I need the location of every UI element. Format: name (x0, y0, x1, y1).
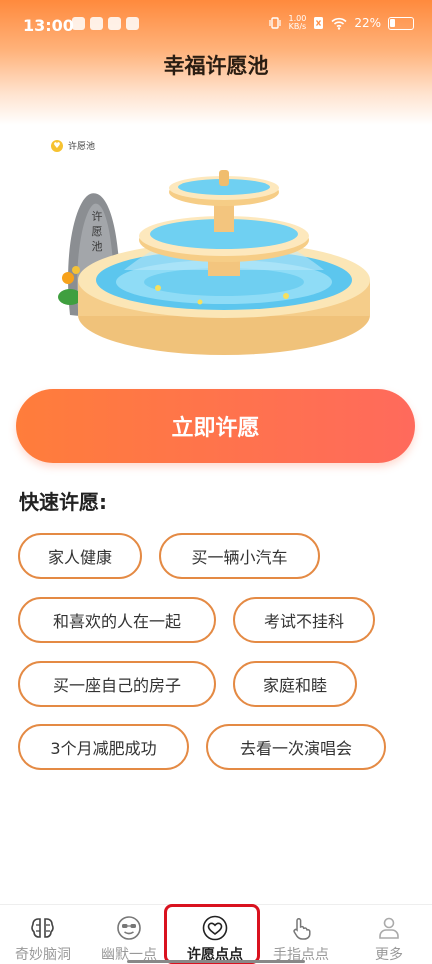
battery-icon (388, 16, 414, 30)
app-notification-icon (90, 17, 103, 30)
stone-char: 许 (92, 210, 103, 223)
home-indicator (127, 960, 305, 963)
quick-wish-chip[interactable]: 买一座自己的房子 (18, 661, 216, 707)
make-wish-button[interactable]: 立即许愿 (16, 389, 415, 463)
bottom-tab-bar: 奇妙脑洞 幽默一点 许愿点点 手指点点 更多 (0, 904, 432, 964)
notification-icons (72, 17, 139, 30)
tab-label: 更多 (375, 947, 403, 963)
tab-more[interactable]: 更多 (346, 905, 432, 964)
person-icon (376, 915, 402, 941)
battery-percent: 22% (354, 16, 381, 30)
wifi-icon (331, 17, 347, 30)
quick-wish-chip[interactable]: 家庭和睦 (233, 661, 357, 707)
wishing-fountain-illustration: 许 愿 池 (58, 170, 370, 355)
tiktok-icon (108, 17, 121, 30)
quick-wish-chip[interactable]: 3个月减肥成功 (18, 724, 189, 770)
brain-icon (30, 915, 56, 941)
heart-icon (202, 915, 228, 941)
status-right: 1.00 KB/s 22% (268, 15, 414, 31)
stone-char: 池 (92, 240, 103, 253)
stone-char: 愿 (92, 225, 103, 238)
quick-wish-chip[interactable]: 和喜欢的人在一起 (18, 597, 216, 643)
status-bar: 13:00 1.00 KB/s 22% (0, 0, 432, 52)
network-speed-unit: KB/s (288, 22, 307, 31)
finger-icon (288, 915, 314, 941)
status-time: 13:00 (23, 16, 74, 35)
sim-icon (314, 17, 324, 29)
app-notification-icon (72, 17, 85, 30)
page-title: 幸福许愿池 (163, 54, 269, 78)
flower (62, 272, 74, 284)
tab-brain[interactable]: 奇妙脑洞 (0, 905, 86, 964)
tab-label: 奇妙脑洞 (15, 947, 71, 963)
tab-wish[interactable]: 许愿点点 (172, 905, 258, 964)
tab-finger[interactable]: 手指点点 (258, 905, 344, 964)
quick-wish-chip[interactable]: 去看一次演唱会 (206, 724, 386, 770)
smile-glasses-icon (116, 915, 142, 941)
app-notification-icon (126, 17, 139, 30)
quick-wish-title: 快速许愿: (19, 490, 107, 514)
network-speed: 1.00 KB/s (289, 15, 307, 31)
quick-wish-chip[interactable]: 买一辆小汽车 (159, 533, 320, 579)
quick-wish-chip[interactable]: 家人健康 (18, 533, 142, 579)
vibrate-icon (268, 17, 281, 29)
quick-wish-chip[interactable]: 考试不挂科 (233, 597, 375, 643)
tab-humor[interactable]: 幽默一点 (86, 905, 172, 964)
